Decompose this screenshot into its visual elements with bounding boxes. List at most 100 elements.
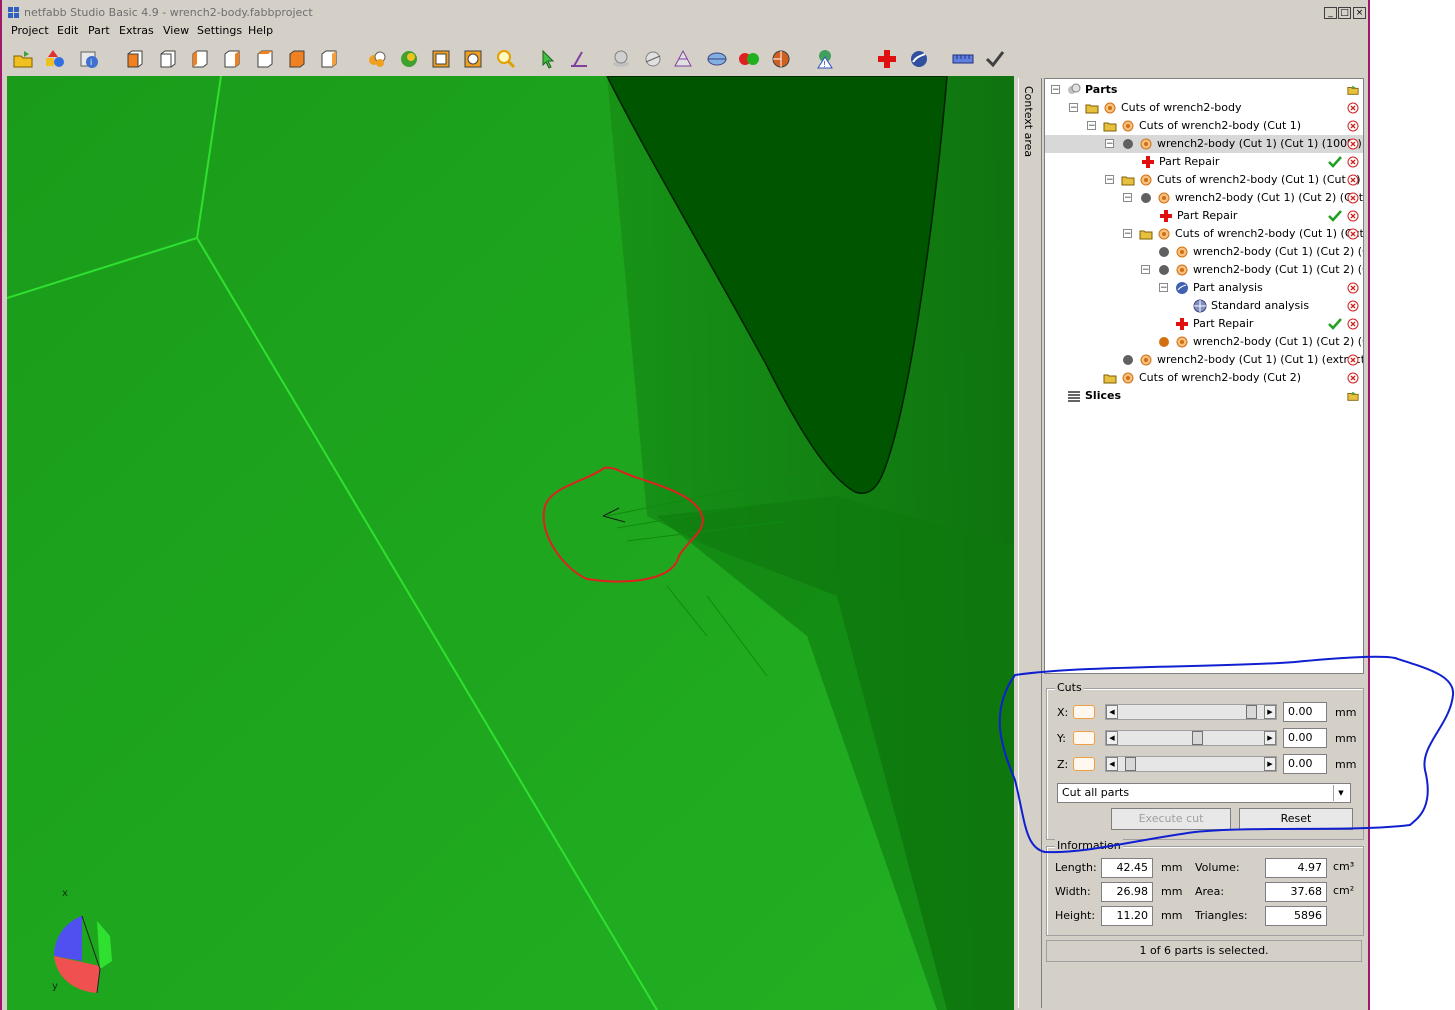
- visibility-eye-icon[interactable]: [1121, 371, 1135, 385]
- view-top-icon[interactable]: [254, 48, 276, 70]
- zoom-all-icon[interactable]: [366, 48, 388, 70]
- tree-row[interactable]: − Cuts of wrench2-body: [1045, 99, 1363, 117]
- expand-toggle-icon[interactable]: −: [1123, 193, 1132, 203]
- tree-row[interactable]: − Cuts of wrench2-body (Cut 1) (Cut 2): [1045, 171, 1363, 189]
- tree-row-label: Part analysis: [1193, 281, 1263, 294]
- triangles-icon[interactable]: [672, 48, 694, 70]
- visibility-eye-icon[interactable]: [1175, 263, 1189, 277]
- visibility-eye-icon[interactable]: [1103, 101, 1117, 115]
- visibility-eye-icon[interactable]: [1139, 173, 1153, 187]
- checkmark-icon[interactable]: [984, 48, 1006, 70]
- parts-icon: [1068, 83, 1081, 94]
- visibility-eye-icon[interactable]: [1139, 353, 1153, 367]
- add-part-icon[interactable]: [44, 48, 66, 70]
- close-button[interactable]: ×: [1353, 7, 1366, 19]
- expand-toggle-icon[interactable]: −: [1141, 265, 1150, 275]
- part-info-icon[interactable]: i: [78, 48, 100, 70]
- analysis-icon[interactable]: !: [814, 48, 836, 70]
- view-left-icon[interactable]: [189, 48, 211, 70]
- visibility-eye-icon[interactable]: [1121, 119, 1135, 133]
- section-icon[interactable]: [770, 48, 792, 70]
- select-icon[interactable]: [537, 48, 559, 70]
- smooth-icon[interactable]: [642, 48, 664, 70]
- tree-row[interactable]: Part Repair: [1045, 153, 1363, 171]
- menu-help[interactable]: Help: [248, 24, 273, 37]
- visibility-eye-icon[interactable]: [1175, 335, 1189, 349]
- remove-icon[interactable]: [1347, 156, 1359, 168]
- tree-row[interactable]: Part Repair: [1045, 315, 1363, 333]
- tree-row[interactable]: − Parts: [1045, 81, 1363, 99]
- tree-row[interactable]: wrench2-body (Cut 1) (Cut 2) (Cut 2) (Cu…: [1045, 243, 1363, 261]
- menu-settings[interactable]: Settings: [197, 24, 242, 37]
- visibility-eye-icon[interactable]: [1139, 137, 1153, 151]
- tree-row[interactable]: − wrench2-body (Cut 1) (Cut 2) (Cut 2) (C…: [1045, 189, 1363, 207]
- model-render[interactable]: [7, 76, 1014, 1010]
- remove-icon[interactable]: [1347, 192, 1359, 204]
- tree-row[interactable]: wrench2-body (Cut 1) (Cut 1) (extracted): [1045, 351, 1363, 369]
- remove-icon[interactable]: [1347, 300, 1359, 312]
- open-folder-icon[interactable]: [1347, 84, 1359, 96]
- repair-icon[interactable]: [876, 48, 898, 70]
- visibility-eye-icon[interactable]: [1157, 191, 1171, 205]
- view-right-icon[interactable]: [221, 48, 243, 70]
- remove-icon[interactable]: [1347, 354, 1359, 366]
- tree-row[interactable]: − Part analysis: [1045, 279, 1363, 297]
- perspective-icon[interactable]: [706, 48, 728, 70]
- menu-edit[interactable]: Edit: [57, 24, 78, 37]
- maximize-button[interactable]: □: [1338, 7, 1351, 19]
- menu-project[interactable]: Project: [11, 24, 49, 37]
- color-icon[interactable]: [738, 48, 760, 70]
- menu-view[interactable]: View: [163, 24, 189, 37]
- expand-toggle-icon[interactable]: −: [1105, 139, 1114, 149]
- measure-icon[interactable]: [568, 48, 590, 70]
- zoom-selection-icon[interactable]: [398, 48, 420, 70]
- visibility-eye-icon[interactable]: [1157, 227, 1171, 241]
- remove-icon[interactable]: [1347, 318, 1359, 330]
- zoom-window-icon[interactable]: [462, 48, 484, 70]
- width-value: 26.98: [1101, 882, 1153, 902]
- view-front-icon[interactable]: [124, 48, 146, 70]
- remove-icon[interactable]: [1347, 138, 1359, 150]
- parts-tree[interactable]: − Parts − Cuts of wrench2-body − Cuts of wren…: [1044, 78, 1364, 674]
- zoom-icon[interactable]: [495, 48, 517, 70]
- remove-icon[interactable]: [1347, 174, 1359, 186]
- remove-icon[interactable]: [1347, 228, 1359, 240]
- expand-toggle-icon[interactable]: −: [1159, 283, 1168, 293]
- view-iso-icon[interactable]: [318, 48, 340, 70]
- menu-part[interactable]: Part: [88, 24, 110, 37]
- tree-row[interactable]: wrench2-body (Cut 1) (Cut 2) (Cut 2) (Cu…: [1045, 333, 1363, 351]
- open-folder-icon[interactable]: [1347, 390, 1359, 402]
- tree-row[interactable]: − Cuts of wrench2-body (Cut 1): [1045, 117, 1363, 135]
- remove-icon[interactable]: [1347, 210, 1359, 222]
- shading-icon[interactable]: [610, 48, 632, 70]
- menu-extras[interactable]: Extras: [119, 24, 154, 37]
- tree-row[interactable]: Standard analysis: [1045, 297, 1363, 315]
- settings-icon[interactable]: [908, 48, 930, 70]
- open-icon[interactable]: [12, 48, 34, 70]
- tree-row[interactable]: Cuts of wrench2-body (Cut 2): [1045, 369, 1363, 387]
- tree-row[interactable]: Slices: [1045, 387, 1363, 405]
- context-area-strip[interactable]: [1018, 78, 1042, 1008]
- expand-toggle-icon[interactable]: −: [1105, 175, 1114, 185]
- tree-row[interactable]: − Cuts of wrench2-body (Cut 1) (Cut 2) (C…: [1045, 225, 1363, 243]
- remove-icon[interactable]: [1347, 102, 1359, 114]
- 3d-viewport[interactable]: x y: [7, 76, 1014, 1010]
- view-bottom-icon[interactable]: [286, 48, 308, 70]
- tree-row-label: Parts: [1085, 83, 1118, 96]
- zoom-box-icon[interactable]: [430, 48, 452, 70]
- expand-toggle-icon[interactable]: −: [1123, 229, 1132, 239]
- minimize-button[interactable]: _: [1324, 7, 1337, 19]
- ruler-icon[interactable]: [952, 48, 974, 70]
- tree-row[interactable]: − wrench2-body (Cut 1) (Cut 1) (100%): [1045, 135, 1363, 153]
- visibility-eye-icon[interactable]: [1175, 245, 1189, 259]
- expand-toggle-icon[interactable]: −: [1051, 85, 1060, 95]
- expand-toggle-icon[interactable]: −: [1087, 121, 1096, 131]
- view-back-icon[interactable]: [157, 48, 179, 70]
- remove-icon[interactable]: [1347, 120, 1359, 132]
- folder-icon: [1139, 230, 1153, 240]
- remove-icon[interactable]: [1347, 282, 1359, 294]
- expand-toggle-icon[interactable]: −: [1069, 103, 1078, 113]
- tree-row[interactable]: − wrench2-body (Cut 1) (Cut 2) (Cut 2) (C…: [1045, 261, 1363, 279]
- tree-row[interactable]: Part Repair: [1045, 207, 1363, 225]
- remove-icon[interactable]: [1347, 372, 1359, 384]
